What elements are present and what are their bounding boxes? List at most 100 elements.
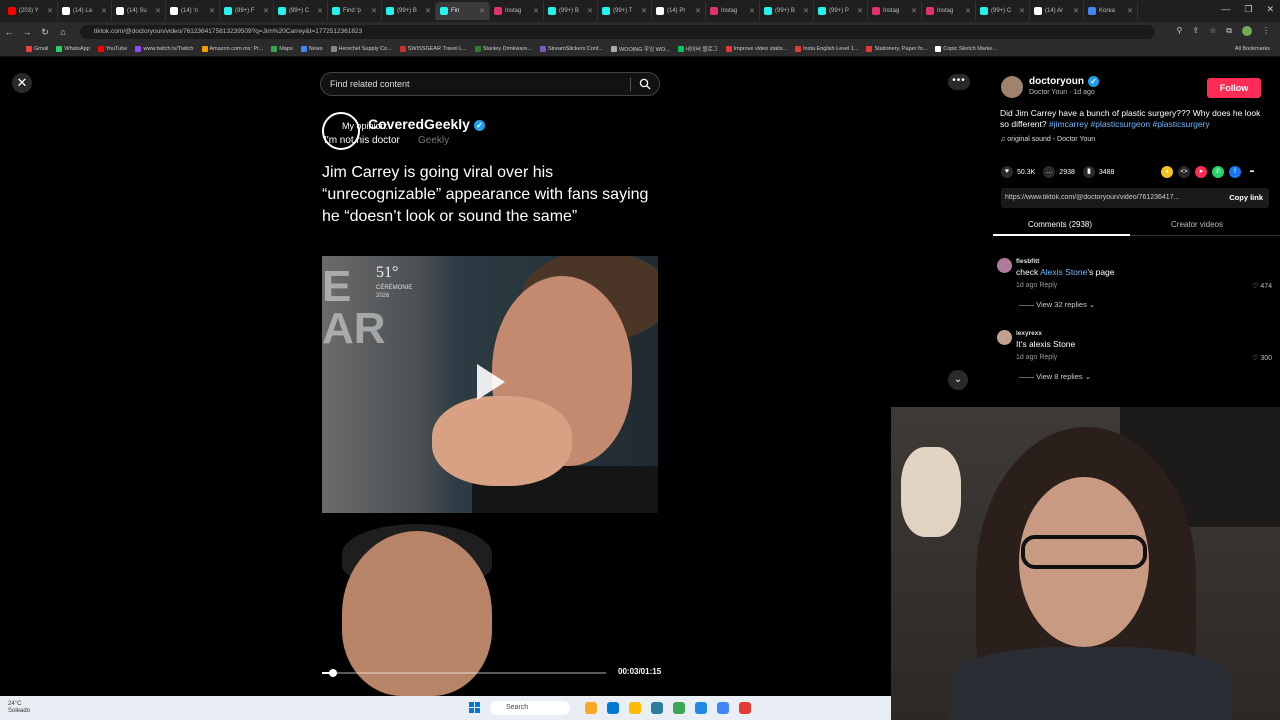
bookmark-item[interactable]: WhatsApp xyxy=(56,46,90,52)
search-icon[interactable] xyxy=(639,78,651,90)
browser-tab[interactable]: (99+) F ✕ xyxy=(220,2,274,20)
bookmark-item[interactable]: Stanley Drinkware... xyxy=(474,46,532,52)
facebook-icon[interactable]: f xyxy=(1229,166,1241,178)
bookmark-item[interactable]: Stationery, Paper fo... xyxy=(866,46,927,52)
bookmark-item[interactable]: YouTube xyxy=(97,46,127,52)
browser-tab[interactable]: (99+) C ✕ xyxy=(274,2,328,20)
browser-menu-icon[interactable]: ⋮ xyxy=(1262,26,1270,36)
whatsapp-icon[interactable]: ✆ xyxy=(1212,166,1224,178)
browser-tab[interactable]: Instag ✕ xyxy=(490,2,544,20)
browser-tab[interactable]: (14) 'n ✕ xyxy=(166,2,220,20)
tab-close-icon[interactable]: ✕ xyxy=(587,7,593,15)
bookmark-item[interactable]: Insta English Level 1... xyxy=(795,46,858,52)
file-explorer-icon[interactable] xyxy=(585,702,597,714)
browser-tab[interactable]: Fin ✕ xyxy=(436,2,490,20)
folder-icon[interactable] xyxy=(629,702,641,714)
follow-button[interactable]: Follow xyxy=(1207,78,1261,98)
tab-creator-videos[interactable]: Creator videos xyxy=(1171,220,1223,229)
tab-close-icon[interactable]: ✕ xyxy=(263,7,269,15)
tab-close-icon[interactable]: ✕ xyxy=(47,7,53,15)
view-replies-link[interactable]: —— View 8 replies ⌄ xyxy=(1019,372,1091,381)
tab-close-icon[interactable]: ✕ xyxy=(425,7,431,15)
comment-stat[interactable]: … 2938 xyxy=(1043,166,1075,178)
mail-icon[interactable] xyxy=(695,702,707,714)
comment-likes[interactable]: ♡ 474 xyxy=(1252,282,1272,290)
browser-tab[interactable]: (99+) B ✕ xyxy=(760,2,814,20)
tab-close-icon[interactable]: ✕ xyxy=(479,7,485,15)
tab-close-icon[interactable]: ✕ xyxy=(317,7,323,15)
forward-icon[interactable]: → xyxy=(18,27,36,37)
bookmark-item[interactable]: 네이버 블로그 xyxy=(677,45,718,53)
browser-tab[interactable]: (99+) P ✕ xyxy=(814,2,868,20)
weather-widget[interactable]: 24°C Soleado xyxy=(8,701,30,715)
author-avatar[interactable] xyxy=(1001,76,1023,98)
coin-icon[interactable]: ● xyxy=(1161,166,1173,178)
app-icon[interactable] xyxy=(673,702,685,714)
bookmark-item[interactable]: StreamStickers Conf... xyxy=(539,46,603,52)
bookmark-item[interactable]: www.twitch.tv/Twitch xyxy=(135,46,194,52)
minimize-icon[interactable]: — xyxy=(1221,4,1230,15)
tab-close-icon[interactable]: ✕ xyxy=(155,7,161,15)
hashtags[interactable]: #jimcarrey #plasticsurgeon #plasticsurge… xyxy=(1049,119,1210,129)
embed-icon[interactable]: <> xyxy=(1178,166,1190,178)
store-icon[interactable] xyxy=(651,702,663,714)
taskbar-search[interactable]: Search xyxy=(490,701,570,715)
play-icon[interactable] xyxy=(477,364,505,400)
tab-close-icon[interactable]: ✕ xyxy=(1127,7,1133,15)
browser-tab[interactable]: Instag ✕ xyxy=(922,2,976,20)
bookmark-item[interactable]: Improve video statis... xyxy=(725,46,787,52)
video-player[interactable]: CoveredGeekly ✓ My opinion: I'm not his d… xyxy=(312,106,669,696)
tab-close-icon[interactable]: ✕ xyxy=(857,7,863,15)
comment-meta[interactable]: 1d ago Reply xyxy=(1016,354,1057,361)
extensions-icon[interactable]: ⧉ xyxy=(1226,26,1232,36)
maximize-icon[interactable]: ❐ xyxy=(1244,4,1252,15)
more-options-icon[interactable]: ••• xyxy=(948,74,970,90)
tab-close-icon[interactable]: ✕ xyxy=(1073,7,1079,15)
share-link-url[interactable]: https://www.tiktok.com/@doctoryoun/video… xyxy=(1005,194,1205,201)
back-icon[interactable]: ← xyxy=(0,27,18,37)
tab-close-icon[interactable]: ✕ xyxy=(371,7,377,15)
all-bookmarks[interactable]: All Bookmarks xyxy=(1235,46,1270,52)
tab-close-icon[interactable]: ✕ xyxy=(749,7,755,15)
next-video-chevron-icon[interactable]: ⌄ xyxy=(948,370,968,390)
tab-close-icon[interactable]: ✕ xyxy=(803,7,809,15)
like-stat[interactable]: ♥ 50.3K xyxy=(1001,166,1035,178)
commenter-name[interactable]: flesbfitt xyxy=(1016,258,1039,265)
related-search-input[interactable]: Find related content xyxy=(320,72,660,96)
tab-close-icon[interactable]: ✕ xyxy=(695,7,701,15)
bookmark-item[interactable]: SWISSGEAR Travel L... xyxy=(399,46,467,52)
app-icon[interactable] xyxy=(739,702,751,714)
browser-tab[interactable]: (14) Su ✕ xyxy=(112,2,166,20)
commenter-avatar[interactable] xyxy=(997,258,1012,273)
bookmark-item[interactable]: News xyxy=(300,46,323,52)
browser-tab[interactable]: (14) La ✕ xyxy=(58,2,112,20)
bookmark-item[interactable]: Herschel Supply Co... xyxy=(330,46,392,52)
profile-avatar[interactable] xyxy=(1242,26,1252,36)
tab-close-icon[interactable]: ✕ xyxy=(101,7,107,15)
music-label[interactable]: ♫ original sound - Doctor Youn xyxy=(1000,136,1095,143)
bookmark-star-icon[interactable]: ☆ xyxy=(1209,26,1216,36)
share-arrow-icon[interactable]: ➦ xyxy=(1246,166,1258,178)
windows-start-icon[interactable] xyxy=(469,702,480,713)
browser-tab[interactable]: Instag ✕ xyxy=(868,2,922,20)
browser-tab[interactable]: (203) Y ✕ xyxy=(4,2,58,20)
bookmark-item[interactable]: WOOING 우잉 WO... xyxy=(610,45,670,53)
reload-icon[interactable]: ↻ xyxy=(36,27,54,38)
browser-tab[interactable]: (99+) C ✕ xyxy=(976,2,1030,20)
close-video-button[interactable]: ✕ xyxy=(12,73,32,93)
browser-tab[interactable]: (14) Ar ✕ xyxy=(1030,2,1084,20)
comment-meta[interactable]: 1d ago Reply xyxy=(1016,282,1057,289)
view-replies-link[interactable]: —— View 32 replies ⌄ xyxy=(1019,300,1095,309)
browser-tab[interactable]: (99+) T ✕ xyxy=(598,2,652,20)
video-progress-bar[interactable] xyxy=(322,669,606,677)
author-name[interactable]: doctoryoun ✓ xyxy=(1029,76,1099,87)
browser-tab[interactable]: Instag ✕ xyxy=(706,2,760,20)
tab-close-icon[interactable]: ✕ xyxy=(911,7,917,15)
tab-close-icon[interactable]: ✕ xyxy=(209,7,215,15)
share-page-icon[interactable]: ⇪ xyxy=(1192,26,1199,36)
bookmark-item[interactable]: Gmail xyxy=(26,46,48,52)
browser-tab[interactable]: (99+) B ✕ xyxy=(382,2,436,20)
send-icon[interactable]: ➤ xyxy=(1195,166,1207,178)
progress-knob[interactable] xyxy=(329,669,338,677)
bookmark-item[interactable]: Maps xyxy=(271,46,293,52)
